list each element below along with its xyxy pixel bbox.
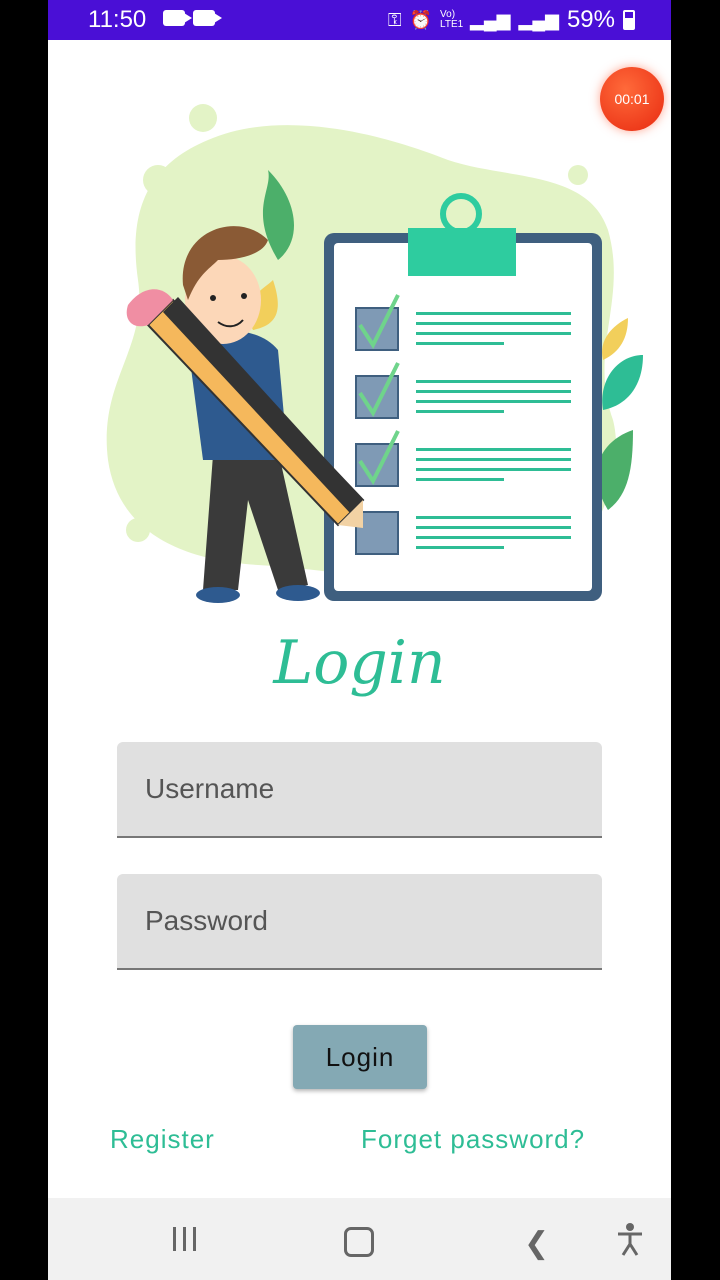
login-title: Login <box>273 628 446 698</box>
register-link[interactable]: Register <box>110 1124 215 1155</box>
blob-dot <box>126 518 150 542</box>
alarm-icon: ⏰ <box>409 9 433 30</box>
blob-dot <box>143 165 173 195</box>
status-time: 11:50 <box>88 6 147 33</box>
leaf-teal <box>602 355 643 410</box>
clipboard-clip <box>408 228 516 276</box>
network-label: Vo) LTE1 <box>440 9 464 30</box>
signal-icon-2: ▂▄▆ <box>518 9 559 30</box>
video-record-icon <box>163 10 192 26</box>
login-button[interactable]: Login <box>293 1025 427 1089</box>
status-icons-right: ⚿ ⏰ Vo) LTE1 ▂▄▆ ▂▄▆ 59% <box>388 6 635 34</box>
battery-percent: 59% <box>566 6 615 33</box>
password-input[interactable] <box>117 874 602 968</box>
blob-dot <box>568 165 588 185</box>
character-shoe <box>196 587 240 603</box>
accessibility-icon[interactable] <box>616 1222 644 1256</box>
username-input[interactable] <box>117 742 602 836</box>
recent-apps-icon[interactable] <box>173 1227 196 1251</box>
battery-icon <box>623 10 635 30</box>
video-camera-icon <box>193 10 222 26</box>
navigation-bar: ❮ <box>48 1198 671 1280</box>
status-bar: 11:50 ⚿ ⏰ Vo) LTE1 ▂▄▆ ▂▄▆ 59% <box>48 0 671 40</box>
back-icon[interactable]: ❮ <box>524 1226 549 1261</box>
blob-dot <box>189 104 217 132</box>
key-icon: ⚿ <box>387 9 402 30</box>
username-field-container[interactable] <box>117 742 602 838</box>
status-icons-left <box>163 10 222 26</box>
password-field-container[interactable] <box>117 874 602 970</box>
checklist-illustration <box>106 104 643 603</box>
forget-password-link[interactable]: Forget password? <box>361 1124 585 1155</box>
home-icon[interactable] <box>344 1227 374 1257</box>
character-shoe <box>276 585 320 601</box>
app-screen: 11:50 ⚿ ⏰ Vo) LTE1 ▂▄▆ ▂▄▆ 59% 00:01 Log… <box>48 0 671 1280</box>
signal-icon: ▂▄▆ <box>470 9 511 30</box>
